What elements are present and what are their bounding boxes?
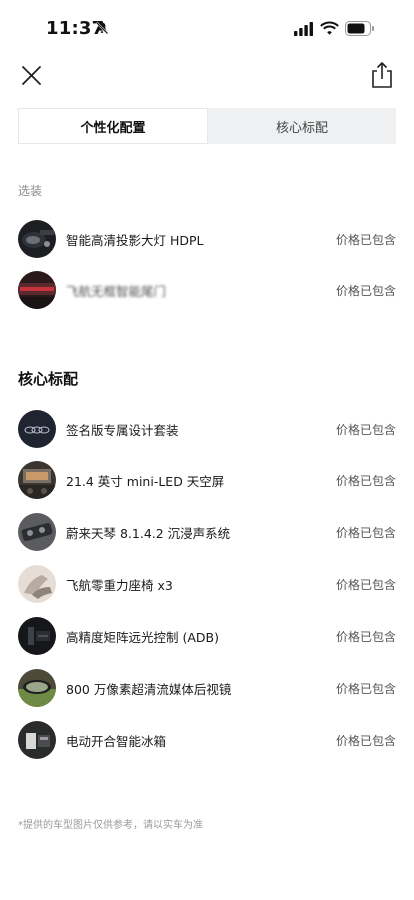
- price-status: 价格已包含: [335, 681, 396, 696]
- feature-name: 800 万像素超清流媒体后视镜: [66, 681, 232, 697]
- zero-gravity-seat-thumbnail: [18, 565, 56, 603]
- rearview-mirror-thumbnail: [18, 669, 56, 707]
- list-item[interactable]: 飞航无框智能尾门 价格已包含: [18, 270, 396, 310]
- feature-name: 21.4 英寸 mini-LED 天空屏: [66, 473, 225, 489]
- feature-name: 高精度矩阵远光控制 (ADB): [66, 629, 219, 645]
- list-item[interactable]: 电动开合智能冰箱 价格已包含: [18, 720, 396, 760]
- sky-screen-thumbnail: [18, 461, 56, 499]
- share-icon: [372, 62, 392, 88]
- cellular-signal-icon: [294, 22, 313, 36]
- price-status: 价格已包含: [335, 232, 396, 247]
- list-item[interactable]: 蔚来天琴 8.1.4.2 沉浸声系统 价格已包含: [18, 512, 396, 552]
- price-status: 价格已包含: [335, 473, 396, 488]
- sound-system-thumbnail: [18, 513, 56, 551]
- status-bar: 11:37: [0, 0, 414, 56]
- price-status: 价格已包含: [335, 733, 396, 748]
- list-item[interactable]: 签名版专属设计套装 价格已包含: [18, 409, 396, 449]
- list-item[interactable]: 智能高清投影大灯 HDPL 价格已包含: [18, 219, 396, 259]
- list-item[interactable]: 21.4 英寸 mini-LED 天空屏 价格已包含: [18, 460, 396, 500]
- share-button[interactable]: [368, 60, 396, 90]
- price-status: 价格已包含: [335, 577, 396, 592]
- price-status: 价格已包含: [335, 629, 396, 644]
- signature-design-thumbnail: [18, 410, 56, 448]
- battery-icon: [345, 21, 374, 36]
- feature-name: 飞航零重力座椅 x3: [66, 577, 173, 593]
- tab-core-standard[interactable]: 核心标配: [208, 108, 396, 144]
- adb-headlight-thumbnail: [18, 617, 56, 655]
- headlight-thumbnail: [18, 220, 56, 258]
- option-name: 飞航无框智能尾门: [66, 283, 167, 299]
- tab-personalized-config[interactable]: 个性化配置: [19, 109, 207, 143]
- core-section-heading: 核心标配: [18, 370, 79, 388]
- list-item[interactable]: 飞航零重力座椅 x3 价格已包含: [18, 564, 396, 604]
- options-section-label: 选装: [18, 184, 43, 198]
- list-item[interactable]: 高精度矩阵远光控制 (ADB) 价格已包含: [18, 616, 396, 656]
- feature-name: 蔚来天琴 8.1.4.2 沉浸声系统: [66, 525, 231, 541]
- list-item[interactable]: 800 万像素超清流媒体后视镜 价格已包含: [18, 668, 396, 708]
- silent-bell-icon: [95, 21, 109, 35]
- price-status: 价格已包含: [335, 283, 396, 298]
- price-status: 价格已包含: [335, 525, 396, 540]
- wifi-icon: [320, 21, 339, 35]
- feature-name: 电动开合智能冰箱: [66, 733, 167, 749]
- option-name: 智能高清投影大灯 HDPL: [66, 232, 204, 248]
- feature-name: 签名版专属设计套装: [66, 422, 179, 438]
- close-button[interactable]: [18, 62, 46, 90]
- tailgate-thumbnail: [18, 271, 56, 309]
- fridge-thumbnail: [18, 721, 56, 759]
- config-tabs: 个性化配置 核心标配: [18, 108, 396, 144]
- close-icon: [22, 66, 41, 85]
- price-status: 价格已包含: [335, 422, 396, 437]
- disclaimer-footnote: *提供的车型图片仅供参考，请以实车为准: [18, 820, 203, 831]
